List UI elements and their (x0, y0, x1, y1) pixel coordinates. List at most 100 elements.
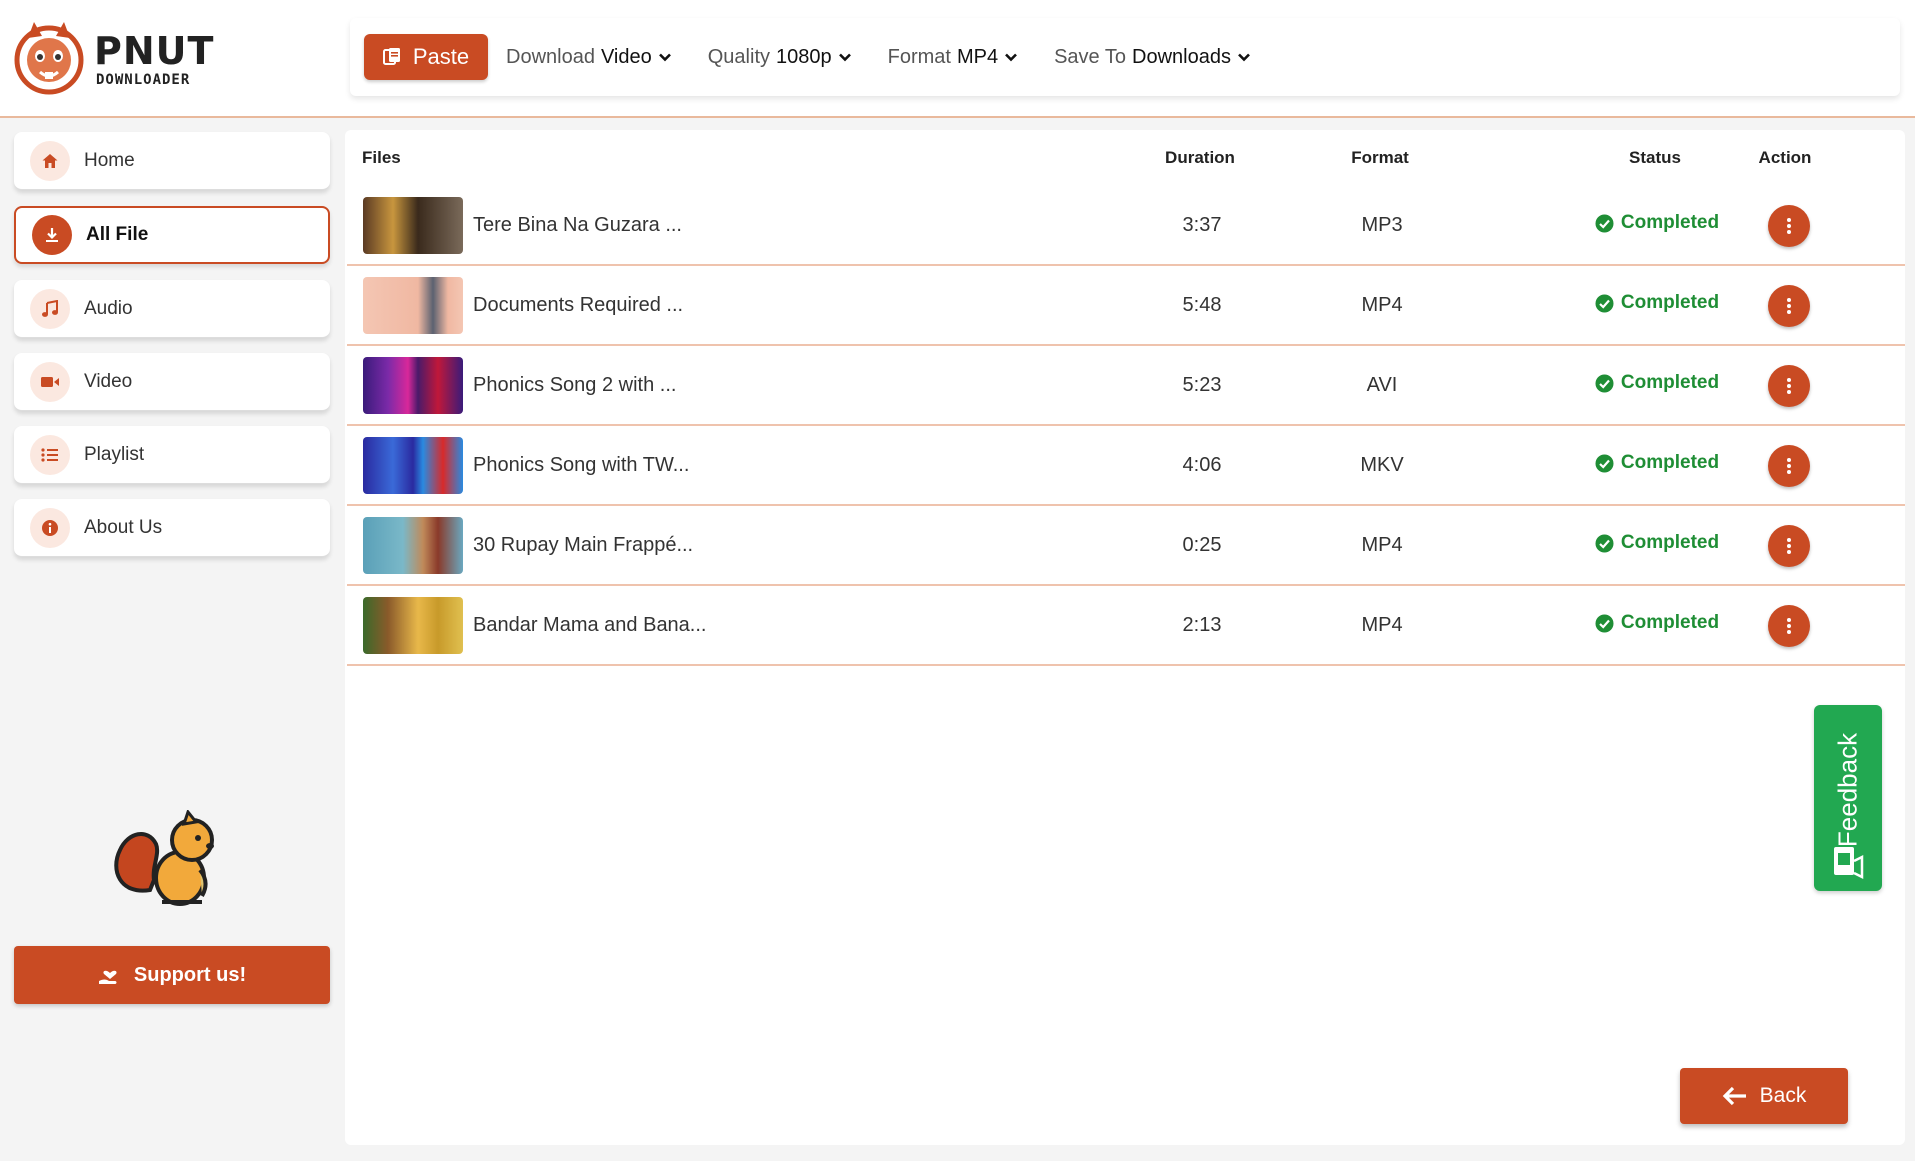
file-duration: 2:13 (1182, 614, 1222, 636)
sidebar-item-label: All File (86, 224, 149, 245)
squirrel-logo-icon (14, 22, 84, 95)
sidebar-item-label: Home (84, 149, 135, 171)
back-button[interactable]: Back (1680, 1068, 1848, 1124)
header-status: Status (1629, 148, 1681, 167)
row-action-menu-button[interactable] (1768, 525, 1810, 567)
check-circle-icon (1595, 614, 1614, 632)
row-action-menu-button[interactable] (1768, 445, 1810, 487)
download-type-dropdown[interactable]: Download Video (506, 46, 672, 69)
status-badge: Completed (1527, 212, 1787, 234)
sidebar-item-audio[interactable]: Audio (14, 280, 330, 338)
file-name: Bandar Mama and Bana... (473, 614, 707, 636)
check-circle-icon (1595, 374, 1614, 392)
sidebar-item-label: About Us (84, 516, 163, 538)
sidebar-item-about-us[interactable]: About Us (14, 499, 330, 557)
download-icon (32, 215, 72, 255)
chevron-down-icon (1005, 53, 1018, 62)
clipboard-icon (382, 48, 400, 65)
save-to-value: Downloads (1132, 45, 1231, 68)
header-format: Format (1351, 148, 1409, 167)
file-format: MP4 (1361, 534, 1403, 556)
quality-value: 1080p (776, 45, 832, 68)
video-thumbnail (363, 277, 463, 334)
video-thumbnail (363, 357, 463, 414)
status-badge: Completed (1527, 292, 1787, 314)
more-vertical-icon (1787, 298, 1791, 314)
table-row[interactable]: Bandar Mama and Bana... 2:13 MP4 Complet… (347, 586, 1905, 666)
status-badge: Completed (1527, 372, 1787, 394)
file-name: Phonics Song with TW... (473, 454, 690, 476)
status-text: Completed (1620, 292, 1720, 313)
row-action-menu-button[interactable] (1768, 205, 1810, 247)
feedback-label: Feedback (1832, 732, 1863, 848)
app-header: PNUT DOWNLOADER Paste Download Video Qua… (0, 0, 1915, 118)
header-action: Action (1758, 148, 1812, 167)
row-action-menu-button[interactable] (1768, 285, 1810, 327)
sidebar: Home All File Audio Video Playlist About… (0, 120, 340, 1161)
chevron-down-icon (1238, 53, 1250, 62)
check-circle-icon (1595, 454, 1614, 472)
row-action-menu-button[interactable] (1768, 605, 1810, 647)
check-circle-icon (1595, 534, 1614, 552)
table-row[interactable]: Documents Required ... 5:48 MP4 Complete… (347, 266, 1905, 346)
sidebar-item-all-file[interactable]: All File (14, 206, 330, 264)
save-to-label: Save To (1054, 45, 1126, 68)
header-files: Files (362, 148, 401, 167)
check-circle-icon (1595, 294, 1614, 312)
format-label: Format (887, 45, 951, 68)
quality-label: Quality (707, 45, 770, 68)
paste-label: Paste (412, 44, 470, 69)
files-panel: Files Duration Format Status Action Tere… (345, 130, 1905, 1145)
format-dropdown[interactable]: Format MP4 (888, 46, 1018, 69)
squirrel-mascot-icon (114, 810, 214, 906)
video-icon (30, 361, 70, 402)
feedback-icon (1834, 847, 1864, 880)
download-type-label: Download (506, 45, 595, 68)
status-badge: Completed (1527, 452, 1787, 474)
toolbar: Paste Download Video Quality 1080p Forma… (350, 18, 1900, 96)
brand-subtitle: DOWNLOADER (96, 72, 191, 88)
row-action-menu-button[interactable] (1768, 365, 1810, 407)
file-duration: 0:25 (1182, 534, 1222, 556)
brand-name: PNUT (94, 29, 215, 73)
support-us-label: Support us! (133, 963, 247, 986)
status-text: Completed (1620, 532, 1720, 553)
app-logo[interactable]: PNUT DOWNLOADER (14, 16, 234, 100)
sidebar-item-label: Audio (84, 297, 133, 319)
feedback-tab[interactable]: Feedback (1814, 705, 1882, 891)
sidebar-item-home[interactable]: Home (14, 132, 330, 190)
table-row[interactable]: Tere Bina Na Guzara ... 3:37 MP3 Complet… (347, 186, 1905, 266)
sidebar-item-label: Video (84, 370, 133, 392)
more-vertical-icon (1787, 458, 1791, 474)
list-icon (30, 434, 70, 475)
save-to-dropdown[interactable]: Save To Downloads (1054, 46, 1251, 69)
support-us-button[interactable]: Support us! (14, 946, 330, 1004)
more-vertical-icon (1787, 618, 1791, 634)
file-duration: 5:23 (1182, 374, 1222, 396)
file-format: MP4 (1361, 294, 1403, 316)
paste-button[interactable]: Paste (364, 34, 488, 80)
home-icon (30, 140, 70, 181)
video-thumbnail (363, 517, 463, 574)
status-text: Completed (1620, 372, 1720, 393)
video-thumbnail (363, 437, 463, 494)
video-thumbnail (363, 197, 463, 254)
file-name: Documents Required ... (473, 294, 684, 316)
sidebar-item-playlist[interactable]: Playlist (14, 426, 330, 484)
sidebar-item-video[interactable]: Video (14, 353, 330, 411)
more-vertical-icon (1787, 538, 1791, 554)
table-row[interactable]: Phonics Song 2 with ... 5:23 AVI Complet… (347, 346, 1905, 426)
more-vertical-icon (1787, 218, 1791, 234)
chevron-down-icon (658, 53, 671, 62)
file-format: MP3 (1361, 214, 1403, 236)
header-duration: Duration (1165, 148, 1235, 167)
music-icon (30, 288, 70, 329)
table-row[interactable]: Phonics Song with TW... 4:06 MKV Complet… (347, 426, 1905, 506)
file-format: MP4 (1361, 614, 1403, 636)
table-row[interactable]: 30 Rupay Main Frappé... 0:25 MP4 Complet… (347, 506, 1905, 586)
chevron-down-icon (838, 53, 851, 62)
quality-dropdown[interactable]: Quality 1080p (708, 46, 852, 69)
video-thumbnail (363, 597, 463, 654)
more-vertical-icon (1787, 378, 1791, 394)
status-badge: Completed (1527, 532, 1787, 554)
